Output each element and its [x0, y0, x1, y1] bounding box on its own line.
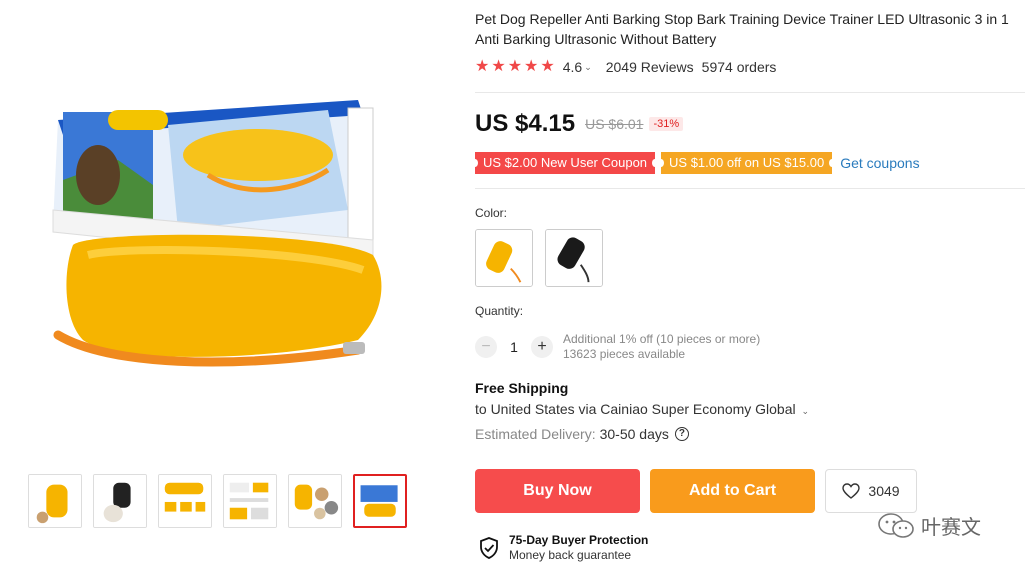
buyer-protection: 75-Day Buyer Protection Money back guara…: [479, 533, 648, 563]
chevron-down-icon[interactable]: ⌄: [584, 62, 592, 73]
thumbnail-5[interactable]: [288, 474, 342, 528]
black-device-icon: [546, 230, 602, 286]
heart-icon: [842, 483, 861, 499]
yellow-device-icon: [476, 230, 532, 286]
quantity-input[interactable]: 1: [497, 339, 531, 355]
product-title: Pet Dog Repeller Anti Barking Stop Bark …: [475, 9, 1030, 49]
shipping-method[interactable]: to United States via Cainiao Super Econo…: [475, 401, 809, 417]
add-to-cart-button[interactable]: Add to Cart: [650, 469, 815, 513]
star-rating: ★ ★ ★ ★ ★: [475, 59, 555, 75]
color-option-black[interactable]: [545, 229, 603, 287]
coupon-row: US $2.00 New User Coupon US $1.00 off on…: [471, 152, 920, 174]
star-icon: ★: [491, 58, 506, 75]
star-icon: ★: [507, 58, 523, 75]
delivery-label: Estimated Delivery:: [475, 426, 596, 442]
color-options: [475, 229, 603, 287]
divider: [475, 92, 1025, 93]
quantity-label: Quantity:: [475, 304, 524, 318]
delivery-days: 30-50 days: [599, 426, 669, 442]
wishlist-button[interactable]: 3049: [825, 469, 917, 513]
wishlist-count: 3049: [868, 483, 900, 499]
thumbnail-3[interactable]: [158, 474, 212, 528]
wechat-icon: [878, 512, 914, 538]
thumbnail-6-selected[interactable]: [353, 474, 407, 528]
thumbnail-2[interactable]: [93, 474, 147, 528]
divider: [475, 188, 1025, 189]
thumbnail-4[interactable]: [223, 474, 277, 528]
chevron-down-icon[interactable]: ⌄: [802, 406, 810, 416]
bulk-discount-note: Additional 1% off (10 pieces or more): [563, 332, 761, 346]
main-product-image[interactable]: [28, 80, 428, 400]
watermark-text: 叶赛文: [921, 515, 981, 539]
thumbnail-1[interactable]: [28, 474, 82, 528]
help-icon[interactable]: ?: [674, 427, 689, 441]
price-row: US $4.15 US $6.01 -31%: [475, 110, 684, 138]
rating-value[interactable]: 4.6: [563, 59, 582, 75]
product-title-line-2: Anti Barking Ultrasonic Without Battery: [475, 31, 717, 47]
get-coupons-link[interactable]: Get coupons: [840, 155, 919, 171]
quantity-info: Additional 1% off (10 pieces or more) 13…: [563, 332, 760, 362]
color-option-yellow[interactable]: [475, 229, 533, 287]
shipping-destination[interactable]: to United States via Cainiao Super Econo…: [475, 401, 796, 417]
quantity-decrease-button[interactable]: −: [475, 336, 497, 358]
star-icon: ★: [475, 58, 490, 75]
estimated-delivery: Estimated Delivery: 30-50 days ?: [475, 426, 689, 442]
protection-title: 75-Day Buyer Protection: [509, 533, 649, 547]
quantity-increase-button[interactable]: +: [531, 336, 553, 358]
star-icon: ★: [540, 58, 555, 75]
stock-available: 13623 pieces available: [563, 347, 686, 361]
star-icon: ★: [524, 58, 539, 75]
discount-badge: -31%: [649, 117, 684, 131]
rating-row: ★ ★ ★ ★ ★ 4.6 ⌄ 2049 Reviews 5974 orders: [475, 59, 777, 76]
new-user-coupon[interactable]: US $2.00 New User Coupon: [471, 152, 659, 174]
protection-subtitle: Money back guarantee: [509, 548, 632, 562]
shipping-title: Free Shipping: [475, 380, 569, 396]
reviews-link[interactable]: 2049 Reviews: [606, 59, 694, 75]
original-price: US $6.01: [585, 116, 644, 132]
shield-check-icon: [480, 537, 498, 559]
color-label: Color:: [475, 206, 508, 220]
current-price: US $4.15: [475, 110, 576, 137]
watermark: 叶赛文: [877, 511, 981, 540]
product-title-line-1: Pet Dog Repeller Anti Barking Stop Bark …: [475, 11, 1009, 27]
buy-now-button[interactable]: Buy Now: [475, 469, 640, 513]
orders-count: 5974 orders: [701, 59, 777, 75]
quantity-stepper: − 1 + Additional 1% off (10 pieces or mo…: [475, 332, 760, 362]
thumbnail-strip: [28, 474, 407, 528]
discount-coupon[interactable]: US $1.00 off on US $15.00: [658, 152, 836, 174]
